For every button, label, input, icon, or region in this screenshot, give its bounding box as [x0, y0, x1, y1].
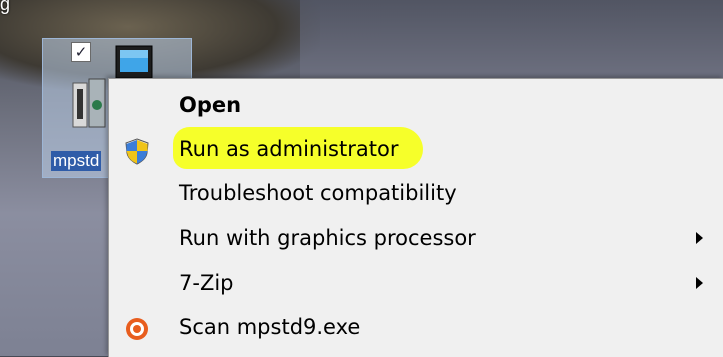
menu-item-label: Troubleshoot compatibility [179, 181, 457, 205]
monitor-icon [115, 45, 153, 79]
menu-item-label: Run as administrator [179, 137, 399, 161]
selection-checkbox[interactable]: ✓ [71, 42, 91, 62]
submenu-arrow-icon [696, 277, 703, 289]
menu-item-label: Open [179, 93, 242, 117]
application-icon [72, 78, 106, 128]
submenu-arrow-icon [696, 232, 703, 244]
menu-item-7zip[interactable]: 7-Zip [109, 265, 723, 309]
menu-item-troubleshoot-compatibility[interactable]: Troubleshoot compatibility [109, 175, 723, 219]
menu-item-open[interactable]: Open [109, 87, 723, 131]
menu-item-run-as-administrator[interactable]: Run as administrator [109, 127, 723, 175]
partial-text-top: g [0, 0, 11, 14]
context-menu: Open Run as administrator Troubleshoot c… [108, 78, 723, 357]
menu-item-scan[interactable]: Scan mpstd9.exe [109, 309, 723, 353]
menu-item-label: Run with graphics processor [179, 226, 476, 250]
antivirus-icon [126, 318, 148, 340]
menu-item-label: Scan mpstd9.exe [179, 315, 361, 339]
desktop-icon-label: mpstd [51, 151, 102, 171]
menu-item-run-with-graphics-processor[interactable]: Run with graphics processor [109, 220, 723, 264]
menu-item-label: 7-Zip [179, 271, 234, 295]
uac-shield-icon [125, 138, 149, 165]
